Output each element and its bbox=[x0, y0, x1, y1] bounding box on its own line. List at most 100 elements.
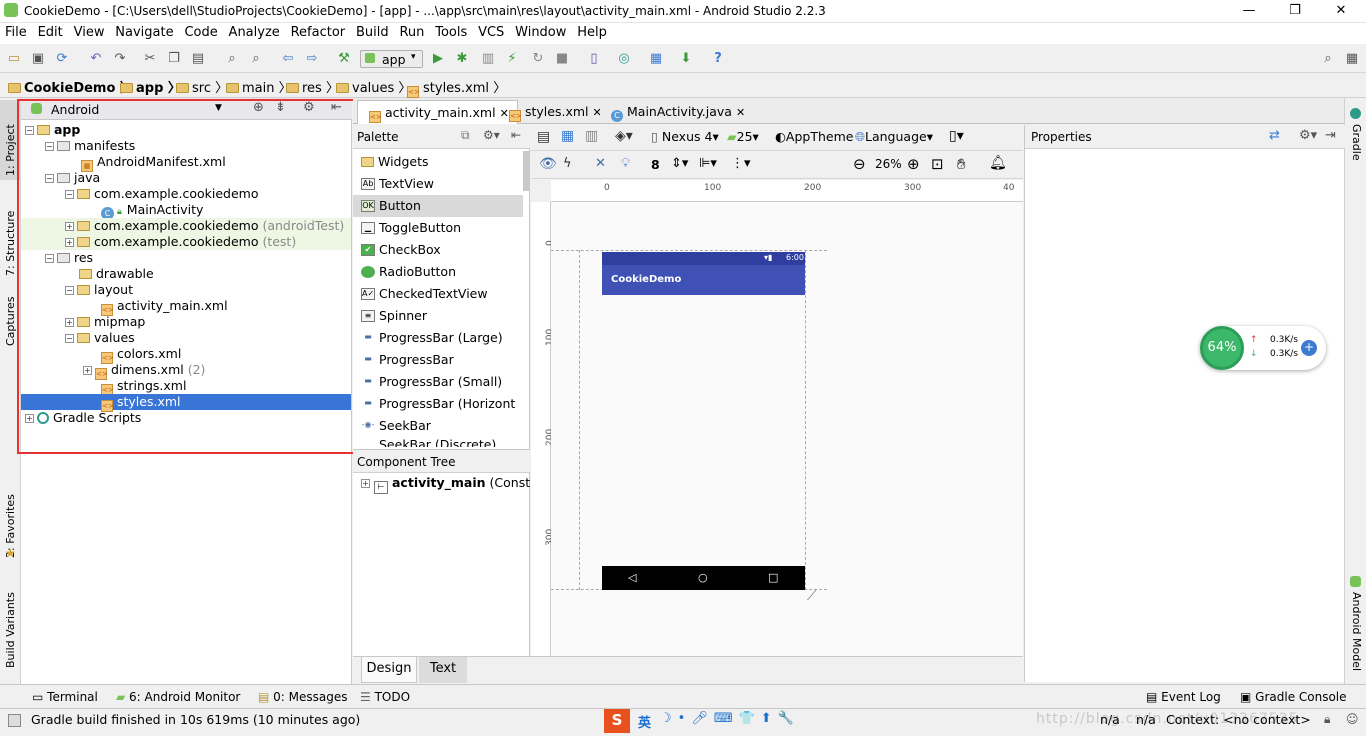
inspector-icon[interactable]: ☺ bbox=[1346, 712, 1359, 726]
tool-android-monitor[interactable]: ▰ 6: Android Monitor bbox=[116, 690, 240, 704]
default-margin[interactable]: 8 bbox=[651, 157, 660, 172]
rerun-icon[interactable]: ↻ bbox=[528, 49, 548, 69]
menu-tools[interactable]: Tools bbox=[435, 23, 467, 40]
tool-todo[interactable]: ☰ TODO bbox=[360, 690, 410, 704]
breadcrumb-res[interactable]: res 〉 bbox=[286, 77, 339, 96]
hide-panel-icon[interactable]: ⇤ bbox=[511, 128, 521, 142]
forward-icon[interactable]: ⇨ bbox=[302, 49, 322, 69]
breadcrumb-values[interactable]: values 〉 bbox=[336, 77, 411, 96]
avd-manager-icon[interactable]: ▯ bbox=[584, 49, 604, 69]
show-constraints-icon[interactable]: 👁︎ bbox=[539, 156, 557, 172]
ime-logo-icon[interactable]: S bbox=[604, 709, 630, 733]
pan-icon[interactable]: ✋︎ bbox=[957, 155, 966, 173]
theme-select[interactable]: ◐AppTheme bbox=[775, 129, 853, 144]
zoom-in-icon[interactable]: ⊕ bbox=[907, 155, 920, 173]
sync-gradle-icon[interactable]: ◎ bbox=[614, 49, 634, 69]
gear-icon[interactable]: ⚙▾ bbox=[1299, 128, 1317, 143]
replace-icon[interactable]: ⌕ bbox=[246, 49, 266, 69]
design-view-icon[interactable]: ▤ bbox=[537, 129, 550, 145]
autoconnect-icon[interactable]: ϟ bbox=[563, 156, 572, 171]
menu-view[interactable]: View bbox=[74, 23, 105, 40]
plus-icon[interactable]: + bbox=[1301, 340, 1317, 356]
tab-styles[interactable]: <> styles.xml ✕ bbox=[498, 100, 610, 124]
cut-icon[interactable]: ✂ bbox=[140, 49, 160, 69]
minimize-button[interactable]: — bbox=[1226, 0, 1272, 23]
palette-item-spinner[interactable]: ≡ Spinner bbox=[353, 305, 530, 327]
menu-file[interactable]: File bbox=[5, 23, 27, 40]
sync-icon[interactable]: ⟳ bbox=[52, 49, 72, 69]
menu-help[interactable]: Help bbox=[577, 23, 607, 40]
tool-android-model[interactable]: Android Model bbox=[1350, 592, 1363, 671]
swap-view-icon[interactable]: ⇄ bbox=[1269, 128, 1280, 143]
breadcrumb-main[interactable]: main 〉 bbox=[226, 77, 292, 96]
breadcrumb-styles[interactable]: <> styles.xml 〉 bbox=[404, 77, 506, 98]
network-speed-widget[interactable]: 64% ↑ 0.3K/s ↓ 0.3K/s + bbox=[1200, 326, 1326, 370]
palette-group-widgets[interactable]: Widgets bbox=[353, 151, 523, 173]
palette-item-seekbar[interactable]: -◉- SeekBar bbox=[353, 415, 530, 437]
ime-toolbar-icons[interactable]: ☽•🎤︎⌨👕⬆🔧 bbox=[660, 711, 800, 726]
menu-analyze[interactable]: Analyze bbox=[229, 23, 280, 40]
project-structure-icon[interactable]: ▦ bbox=[646, 49, 666, 69]
close-button[interactable]: ✕ bbox=[1318, 0, 1364, 23]
open-folder-icon[interactable]: ▭ bbox=[4, 49, 24, 69]
layout-variants-icon[interactable]: ▯▾ bbox=[949, 128, 964, 144]
guidelines-icon[interactable]: ⋮▾ bbox=[731, 156, 751, 171]
tool-gradle[interactable]: Gradle bbox=[1350, 124, 1363, 161]
palette-item-radiobutton[interactable]: RadioButton bbox=[353, 261, 530, 283]
zoom-fit-icon[interactable]: ⊡ bbox=[931, 155, 944, 173]
apply-changes-icon[interactable]: ⚡ bbox=[502, 49, 522, 69]
make-project-icon[interactable]: ⚒ bbox=[334, 49, 354, 69]
menu-build[interactable]: Build bbox=[356, 23, 389, 40]
breadcrumb-src[interactable]: src 〉 bbox=[176, 77, 228, 96]
help-icon[interactable]: ? bbox=[708, 49, 728, 69]
layout-icon[interactable]: ▦ bbox=[1342, 49, 1362, 69]
stop-icon[interactable]: ■ bbox=[552, 49, 572, 69]
palette-item-togglebutton[interactable]: ▁ ToggleButton bbox=[353, 217, 530, 239]
palette-item-checkedtextview[interactable]: A✓ CheckedTextView bbox=[353, 283, 530, 305]
tab-design[interactable]: Design bbox=[361, 657, 417, 683]
breadcrumb-app[interactable]: app 〉 bbox=[120, 77, 181, 96]
palette-item-seekbar-discrete[interactable]: SeekBar (Discrete) bbox=[353, 437, 530, 447]
align-icon[interactable]: ⊫▾ bbox=[699, 156, 717, 171]
zoom-out-icon[interactable]: ⊖ bbox=[853, 155, 866, 173]
pack-icon[interactable]: ⇕▾ bbox=[671, 156, 688, 171]
tool-event-log[interactable]: ▤ Event Log bbox=[1146, 690, 1221, 704]
run-config-select[interactable]: app ▾ bbox=[360, 50, 423, 68]
find-icon[interactable]: ⌕ bbox=[222, 49, 242, 69]
palette-item-progressbar-horizontal[interactable]: ▬ ProgressBar (Horizont bbox=[353, 393, 530, 415]
tool-terminal[interactable]: ▭ Terminal bbox=[32, 690, 98, 704]
debug-icon[interactable]: ✱ bbox=[452, 49, 472, 69]
back-icon[interactable]: ⇦ bbox=[278, 49, 298, 69]
clear-constraints-icon[interactable]: ✕ bbox=[595, 156, 606, 171]
device-select[interactable]: ▯ Nexus 4▾ bbox=[651, 129, 719, 144]
palette-item-textview[interactable]: Ab TextView bbox=[353, 173, 530, 195]
component-tree-root[interactable]: + ⊢ activity_main (Constra bbox=[361, 475, 530, 494]
tool-build-variants[interactable]: Build Variants bbox=[4, 592, 17, 668]
resize-handle-icon[interactable]: ⟋ bbox=[807, 588, 817, 604]
save-icon[interactable]: ▣ bbox=[28, 49, 48, 69]
close-tab-icon[interactable]: ✕ bbox=[593, 106, 602, 119]
run-icon[interactable]: ▶ bbox=[428, 49, 448, 69]
hide-panel-icon[interactable]: ⇥ bbox=[1325, 128, 1336, 143]
warnings-icon[interactable]: 🔔︎ bbox=[989, 155, 1007, 171]
close-tab-icon[interactable]: ✕ bbox=[736, 106, 745, 119]
tool-project[interactable]: 1: Project bbox=[4, 124, 17, 176]
tool-gradle-console[interactable]: ▣ Gradle Console bbox=[1240, 690, 1347, 704]
both-view-icon[interactable]: ▥ bbox=[585, 128, 598, 144]
maximize-button[interactable]: ❐ bbox=[1272, 0, 1318, 23]
language-select[interactable]: 🌐︎Language▾ bbox=[855, 129, 933, 145]
copy-icon[interactable]: ❐ bbox=[164, 49, 184, 69]
orientation-icon[interactable]: ◈▾ bbox=[615, 128, 633, 144]
attach-debugger-icon[interactable]: ▥ bbox=[478, 49, 498, 69]
tool-messages[interactable]: ▤ 0: Messages bbox=[258, 690, 348, 704]
expand-icon[interactable]: + bbox=[361, 479, 370, 488]
breadcrumb-cookiedemo[interactable]: CookieDemo 〉 bbox=[8, 77, 133, 96]
paste-icon[interactable]: ▤ bbox=[188, 49, 208, 69]
tab-activity-main[interactable]: <> activity_main.xml ✕ bbox=[357, 100, 518, 124]
tool-structure[interactable]: 7: Structure bbox=[4, 211, 17, 276]
palette-item-checkbox[interactable]: ✔ CheckBox bbox=[353, 239, 530, 261]
blueprint-view-icon[interactable]: ▦ bbox=[561, 128, 574, 144]
palette-item-progressbar-small[interactable]: ▬ ProgressBar (Small) bbox=[353, 371, 530, 393]
menu-run[interactable]: Run bbox=[399, 23, 424, 40]
api-select[interactable]: ▰25▾ bbox=[727, 129, 759, 144]
